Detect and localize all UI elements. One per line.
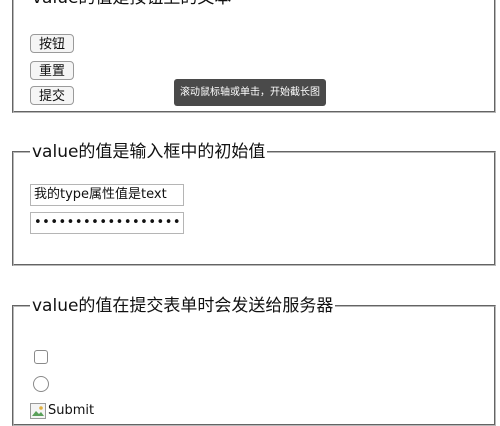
text-input[interactable]: 我的type属性值是text — [30, 184, 184, 206]
fieldset-form-submit-value: value的值在提交表单时会发送给服务器 Submit — [12, 296, 496, 426]
password-input[interactable]: •••••••••••••••••• — [30, 212, 184, 234]
checkbox[interactable] — [34, 350, 48, 364]
radio-button[interactable] — [33, 376, 49, 392]
fieldset-input-initial-value: value的值是输入框中的初始值 我的type属性值是text ••••••••… — [12, 142, 496, 266]
fieldset-legend: value的值在提交表单时会发送给服务器 — [32, 296, 334, 316]
screenshot-tooltip: 滚动鼠标轴或单击，开始截长图 — [174, 79, 326, 106]
button-button[interactable]: 按钮 — [30, 34, 75, 53]
reset-button[interactable]: 重置 — [30, 61, 75, 80]
image-submit-button[interactable]: Submit — [30, 401, 94, 421]
broken-image-icon — [30, 403, 46, 419]
submit-button[interactable]: 提交 — [30, 86, 75, 105]
image-alt-text: Submit — [48, 403, 95, 418]
fieldset-legend: value的值是按钮上的文本 — [30, 0, 233, 8]
fieldset-legend: value的值是输入框中的初始值 — [32, 142, 266, 162]
